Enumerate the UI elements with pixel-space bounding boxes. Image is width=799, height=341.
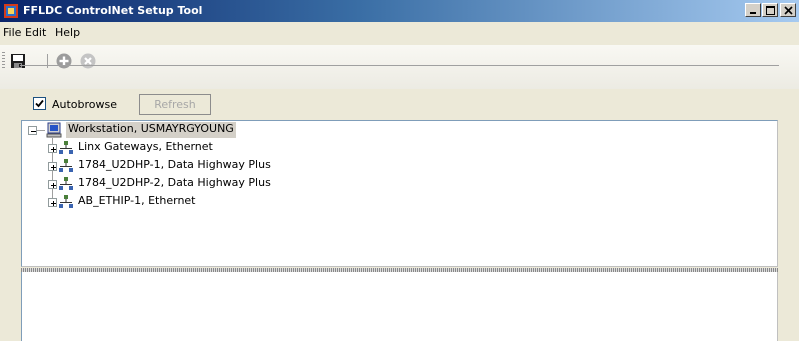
tree-node-label: 1784_U2DHP-1, Data Highway Plus — [78, 158, 271, 171]
collapse-toggle[interactable] — [28, 126, 37, 135]
menu-edit[interactable]: Edit — [25, 26, 46, 39]
autobrowse-label[interactable]: Autobrowse — [52, 98, 117, 111]
expand-toggle[interactable] — [48, 144, 57, 153]
tree-node[interactable]: AB_ETHIP-1, Ethernet — [78, 194, 196, 210]
tree-root-label: Workstation, USMAYRGYOUNG — [68, 122, 234, 135]
close-icon — [784, 6, 793, 15]
app-icon — [4, 4, 18, 18]
tree-root-node[interactable]: Workstation, USMAYRGYOUNG — [66, 122, 236, 138]
divider — [20, 65, 779, 66]
close-button[interactable] — [780, 3, 796, 17]
expand-toggle[interactable] — [48, 180, 57, 189]
expand-toggle[interactable] — [48, 198, 57, 207]
tree-node[interactable]: 1784_U2DHP-1, Data Highway Plus — [78, 158, 271, 174]
toolbar-grip[interactable] — [2, 52, 5, 68]
network-tree[interactable]: Workstation, USMAYRGYOUNG Linx Gateways,… — [21, 120, 778, 267]
network-icon — [59, 195, 73, 208]
tree-node[interactable]: 1784_U2DHP-2, Data Highway Plus — [78, 176, 271, 192]
details-panel — [21, 272, 778, 341]
menu-help[interactable]: Help — [55, 26, 80, 39]
title-bar[interactable]: FFLDC ControlNet Setup Tool — [0, 0, 799, 22]
tree-node-label: Linx Gateways, Ethernet — [78, 140, 213, 153]
toolbar — [0, 45, 799, 89]
network-icon — [59, 141, 73, 154]
maximize-icon — [766, 6, 775, 15]
autobrowse-checkbox[interactable] — [33, 97, 46, 110]
checkmark-icon — [35, 99, 44, 108]
remove-icon[interactable] — [80, 53, 96, 69]
menu-bar: File Edit Help — [0, 22, 799, 42]
minimize-button[interactable] — [745, 3, 761, 17]
expand-toggle[interactable] — [48, 162, 57, 171]
tree-node-label: 1784_U2DHP-2, Data Highway Plus — [78, 176, 271, 189]
computer-icon — [46, 122, 62, 138]
refresh-button[interactable]: Refresh — [139, 94, 211, 115]
menu-file[interactable]: File — [3, 26, 21, 39]
add-icon[interactable] — [56, 53, 72, 69]
tree-node-label: AB_ETHIP-1, Ethernet — [78, 194, 196, 207]
save-icon[interactable] — [10, 53, 26, 69]
tree-node[interactable]: Linx Gateways, Ethernet — [78, 140, 213, 156]
tree-line — [37, 130, 45, 131]
network-icon — [59, 159, 73, 172]
network-icon — [59, 177, 73, 190]
minimize-icon — [750, 12, 756, 14]
window-title: FFLDC ControlNet Setup Tool — [23, 4, 203, 17]
maximize-button[interactable] — [762, 3, 778, 17]
